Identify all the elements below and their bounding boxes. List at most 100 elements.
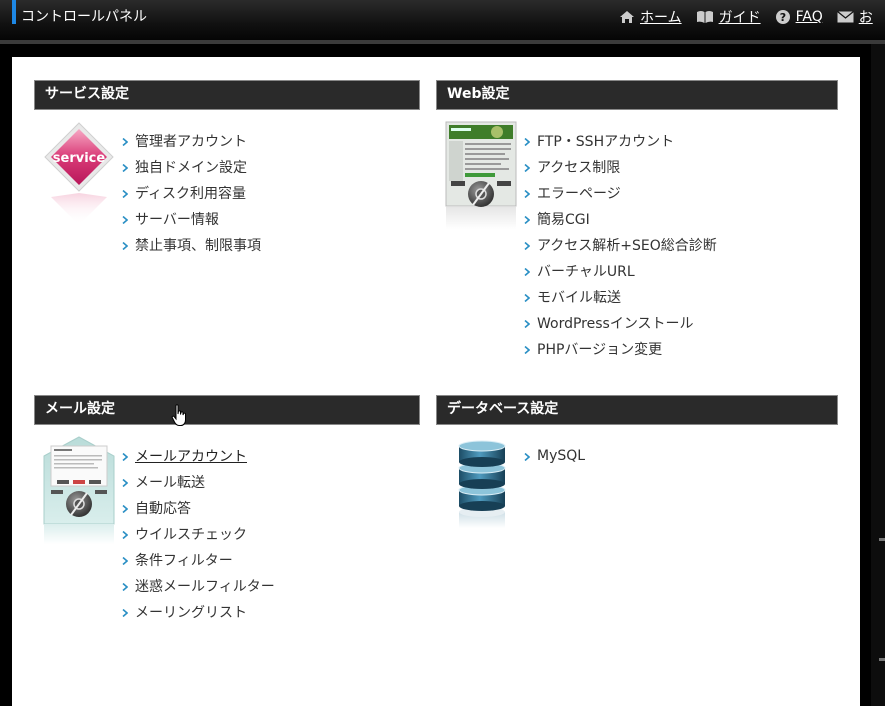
nav-contact[interactable]: お xyxy=(836,7,873,27)
menu-item[interactable]: バーチャルURL xyxy=(524,258,717,284)
page-title: コントロールパネル xyxy=(21,9,147,25)
arrow-icon xyxy=(122,242,128,250)
arrow-icon xyxy=(122,583,128,591)
menu-item-label[interactable]: 迷惑メールフィルター xyxy=(135,576,275,596)
hand-cursor-icon xyxy=(171,404,186,426)
menu-item-label[interactable]: 禁止事項、制限事項 xyxy=(135,235,261,255)
arrow-icon xyxy=(122,453,128,461)
menu-item-label[interactable]: 自動応答 xyxy=(135,498,191,518)
top-nav: ホーム ガイド ? FAQ お xyxy=(619,7,885,27)
title-accent xyxy=(12,0,16,24)
menu-item-label[interactable]: MySQL xyxy=(537,448,585,464)
mail-settings-icon xyxy=(43,436,115,544)
section-header-service: サービス設定 xyxy=(34,80,420,110)
web-menu: FTP・SSHアカウント アクセス制限 エラーページ 簡易CGI アクセス解析+… xyxy=(524,128,717,362)
nav-faq-label[interactable]: FAQ xyxy=(796,9,823,25)
menu-item-label[interactable]: エラーページ xyxy=(537,183,621,203)
section-database: データベース設定 MySQL xyxy=(436,395,838,528)
arrow-icon xyxy=(122,531,128,539)
menu-item-label[interactable]: ディスク利用容量 xyxy=(135,183,246,203)
svg-text:service: service xyxy=(53,151,106,166)
menu-item[interactable]: 独自ドメイン設定 xyxy=(122,154,261,180)
menu-item[interactable]: 管理者アカウント xyxy=(122,128,261,154)
nav-guide-label[interactable]: ガイド xyxy=(719,7,761,27)
menu-item-label[interactable]: 条件フィルター xyxy=(135,550,233,570)
menu-item[interactable]: 簡易CGI xyxy=(524,206,717,232)
section-web: Web設定 FTP・SSHアカウント アクセス制限 エラーページ 簡易CGI ア… xyxy=(436,80,838,358)
menu-item[interactable]: サーバー情報 xyxy=(122,206,261,232)
menu-item[interactable]: 条件フィルター xyxy=(122,547,275,573)
menu-item-label[interactable]: アクセス解析+SEO総合診断 xyxy=(537,235,717,255)
service-badge-icon: service xyxy=(44,122,114,225)
arrow-icon xyxy=(524,294,530,302)
menu-item[interactable]: PHPバージョン変更 xyxy=(524,336,717,362)
menu-item[interactable]: ウイルスチェック xyxy=(122,521,275,547)
svg-text:?: ? xyxy=(779,11,785,24)
arrow-icon xyxy=(524,216,530,224)
arrow-icon xyxy=(524,242,530,250)
menu-item-label[interactable]: PHPバージョン変更 xyxy=(537,339,662,359)
control-panel: サービス設定 service 管理者アカウント 独自ドメイン設定 ディスク利用容… xyxy=(12,57,860,706)
menu-item[interactable]: アクセス解析+SEO総合診断 xyxy=(524,232,717,258)
menu-item[interactable]: 禁止事項、制限事項 xyxy=(122,232,261,258)
arrow-icon xyxy=(122,557,128,565)
menu-item-label[interactable]: FTP・SSHアカウント xyxy=(537,131,674,151)
nav-contact-label[interactable]: お xyxy=(859,7,873,27)
arrow-icon xyxy=(524,268,530,276)
menu-item[interactable]: メーリングリスト xyxy=(122,599,275,625)
arrow-icon xyxy=(122,216,128,224)
top-bar: コントロールパネル ホーム ガイド ? FAQ お xyxy=(0,0,885,40)
menu-item[interactable]: メールアカウント xyxy=(122,443,275,469)
menu-item-label[interactable]: モバイル転送 xyxy=(537,287,621,307)
arrow-icon xyxy=(524,138,530,146)
arrow-icon xyxy=(122,479,128,487)
section-mail: メール設定 メールアカウント メール転送 自動応答 ウイルスチェック 条件フィル… xyxy=(34,395,420,621)
nav-home[interactable]: ホーム xyxy=(619,7,682,27)
menu-item-label[interactable]: ウイルスチェック xyxy=(135,524,247,544)
help-icon: ? xyxy=(775,10,790,24)
menu-item-label[interactable]: メーリングリスト xyxy=(135,602,247,622)
menu-item-label[interactable]: メールアカウント xyxy=(135,446,247,466)
menu-item-label[interactable]: サーバー情報 xyxy=(135,209,219,229)
nav-faq[interactable]: ? FAQ xyxy=(775,7,823,27)
database-menu: MySQL xyxy=(524,443,585,469)
nav-guide[interactable]: ガイド xyxy=(696,7,761,27)
section-header-mail: メール設定 xyxy=(34,395,420,425)
arrow-icon xyxy=(524,190,530,198)
menu-item[interactable]: 迷惑メールフィルター xyxy=(122,573,275,599)
menu-item[interactable]: モバイル転送 xyxy=(524,284,717,310)
menu-item[interactable]: WordPressインストール xyxy=(524,310,717,336)
menu-item-label[interactable]: 独自ドメイン設定 xyxy=(135,157,247,177)
arrow-icon xyxy=(122,190,128,198)
mail-menu: メールアカウント メール転送 自動応答 ウイルスチェック 条件フィルター 迷惑メ… xyxy=(122,443,275,625)
menu-item[interactable]: アクセス制限 xyxy=(524,154,717,180)
service-menu: 管理者アカウント 独自ドメイン設定 ディスク利用容量 サーバー情報 禁止事項、制… xyxy=(122,128,261,258)
menu-item-label[interactable]: 簡易CGI xyxy=(537,209,590,229)
section-header-web: Web設定 xyxy=(436,80,838,110)
menu-item[interactable]: メール転送 xyxy=(122,469,275,495)
arrow-icon xyxy=(122,609,128,617)
web-settings-icon xyxy=(445,121,517,229)
arrow-icon xyxy=(122,164,128,172)
nav-home-label[interactable]: ホーム xyxy=(640,7,682,27)
top-bar-divider xyxy=(0,40,885,44)
arrow-icon xyxy=(122,505,128,513)
menu-item[interactable]: FTP・SSHアカウント xyxy=(524,128,717,154)
menu-item-label[interactable]: アクセス制限 xyxy=(537,157,620,177)
scroll-tick xyxy=(879,658,885,661)
arrow-icon xyxy=(122,138,128,146)
menu-item-label[interactable]: 管理者アカウント xyxy=(135,131,247,151)
menu-item-label[interactable]: WordPressインストール xyxy=(537,313,694,333)
menu-item[interactable]: エラーページ xyxy=(524,180,717,206)
menu-item[interactable]: 自動応答 xyxy=(122,495,275,521)
arrow-icon xyxy=(524,320,530,328)
menu-item[interactable]: ディスク利用容量 xyxy=(122,180,261,206)
arrow-icon xyxy=(524,164,530,172)
menu-item-label[interactable]: メール転送 xyxy=(135,472,205,492)
arrow-icon xyxy=(524,346,530,354)
menu-item[interactable]: MySQL xyxy=(524,443,585,469)
arrow-icon xyxy=(524,453,530,461)
mail-icon xyxy=(836,11,854,23)
right-edge-scrollbar[interactable] xyxy=(871,44,885,706)
menu-item-label[interactable]: バーチャルURL xyxy=(537,261,635,281)
